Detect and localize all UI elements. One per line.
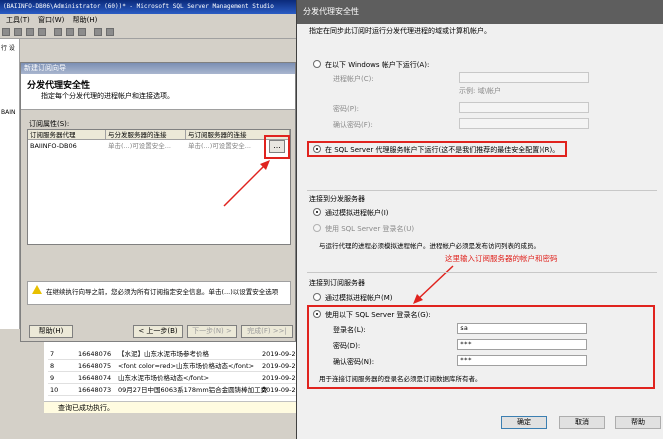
password-input[interactable] (459, 102, 589, 113)
row-date: 2019-09-27 (262, 374, 300, 382)
row-number: 10 (50, 386, 59, 394)
table-row[interactable]: 10 16648073 09月27日中国6063系178mm铝合金圆铸棒加工费 … (48, 384, 300, 396)
subscriber-confirm-input[interactable]: *** (457, 355, 587, 366)
grid-cell-agent[interactable]: BAIINFO-DB06 (28, 141, 106, 151)
row-title: 09月27日中国6063系178mm铝合金圆铸棒加工费 (118, 386, 268, 394)
confirm-password-input[interactable] (459, 118, 589, 129)
row-title: <font color=red>山东市场价格动态</font> (118, 362, 255, 370)
grid-cell-distributor-conn[interactable]: 单击(...)可设置安全... (106, 141, 186, 151)
radio-sql-login-distributor-label: 使用 SQL Server 登录名(U) (325, 225, 415, 233)
wizard-title-bar: 新建订阅向导 (21, 63, 295, 74)
radio-sql-login-subscriber[interactable] (313, 310, 321, 318)
menu-help[interactable]: 帮助(H) (73, 16, 98, 24)
undo-icon[interactable] (94, 28, 102, 36)
row-id: 16648075 (78, 362, 112, 370)
paste-icon[interactable] (78, 28, 86, 36)
row-number: 7 (50, 350, 55, 358)
save-icon[interactable] (26, 28, 34, 36)
row-title: 山东水泥市场价格动态</font> (118, 374, 210, 382)
ssms-title-bar: (BAIINFO-DB06\Administrator (60))* - Mic… (0, 0, 296, 14)
wizard-next-button[interactable]: 下一步(N) > (187, 325, 237, 338)
ok-button[interactable]: 确定 (501, 416, 547, 429)
annotation-arrow (413, 265, 454, 304)
wizard-back-button[interactable]: < 上一步(B) (133, 325, 183, 338)
wizard-finish-button[interactable]: 完成(F) >>| (241, 325, 293, 338)
partial-label: BAIN (1, 109, 16, 116)
radio-impersonate-distributor-label: 通过模拟进程帐户(I) (325, 209, 389, 217)
process-account-input[interactable] (459, 72, 589, 83)
row-id: 16648076 (78, 350, 112, 358)
subscriber-note: 用于连接订阅服务器的登录名必须是订阅数据库所有者。 (319, 375, 482, 383)
menu-window[interactable]: 窗口(W) (38, 16, 64, 24)
wizard-help-button[interactable]: 帮助(H) (29, 325, 73, 338)
subscriber-password-input[interactable]: *** (457, 339, 587, 350)
dialog-title-bar: 分发代理安全性 (297, 0, 663, 24)
distribution-agent-security-dialog: 分发代理安全性 指定在同步此订阅时运行分发代理进程的域或计算机帐户。 在以下 W… (296, 0, 663, 439)
radio-sql-agent-account-label: 在 SQL Server 代理服务帐户下运行(这不是我们推荐的最佳安全配置)(R… (325, 146, 560, 154)
login-input[interactable]: sa (457, 323, 587, 334)
column-header[interactable]: 订阅服务器代理 (28, 130, 106, 140)
radio-impersonate-subscriber-label: 通过模拟进程帐户(M) (325, 294, 393, 302)
radio-impersonate-distributor[interactable] (313, 208, 321, 216)
wizard-subheading: 指定每个分发代理的进程帐户和连接选项。 (41, 92, 174, 100)
radio-impersonate-subscriber[interactable] (313, 293, 321, 301)
row-title: 【水泥】山东水泥市场参考价格 (118, 350, 209, 358)
query-status-bar: 查询已成功执行。 (44, 401, 296, 413)
process-account-label: 进程帐户(C): (333, 75, 374, 83)
redo-icon[interactable] (106, 28, 114, 36)
row-number: 9 (50, 374, 55, 382)
radio-sql-login-distributor[interactable] (313, 224, 321, 232)
row-id: 16648073 (78, 386, 112, 394)
distributor-note: 与运行代理的进程必须模拟进程帐户。进程帐户必须是发布访问列表的成员。 (319, 242, 540, 250)
subscriber-password-label: 密码(D): (333, 342, 361, 350)
object-explorer-partial: 行 设 BAIN (0, 39, 20, 329)
row-number: 8 (50, 362, 55, 370)
distributor-section-title: 连接到分发服务器 (309, 195, 365, 203)
row-date: 2019-09-27 (262, 350, 300, 358)
results-grid: 7 16648076 【水泥】山东水泥市场参考价格 2019-09-27 8 1… (44, 342, 300, 402)
wizard-heading: 分发代理安全性 (27, 81, 91, 91)
process-account-example: 示例: 域\帐户 (459, 87, 501, 95)
row-date: 2019-09-27 (262, 362, 300, 370)
annotation-arrow (223, 160, 270, 207)
divider (307, 272, 657, 273)
login-label: 登录名(L): (333, 326, 366, 334)
menu-tools[interactable]: 工具(T) (6, 16, 30, 24)
warning-icon (32, 285, 42, 294)
ssms-menu-bar: 工具(T) 窗口(W) 帮助(H) (0, 14, 296, 26)
open-file-icon[interactable] (14, 28, 22, 36)
row-id: 16648074 (78, 374, 112, 382)
table-row[interactable]: 7 16648076 【水泥】山东水泥市场参考价格 2019-09-27 (48, 348, 300, 360)
radio-sql-agent-account[interactable] (313, 145, 321, 153)
subscription-properties-label: 订阅属性(S): (29, 120, 70, 128)
table-row[interactable]: 9 16648074 山东水泥市场价格动态</font> 2019-09-27 (48, 372, 300, 384)
new-query-icon[interactable] (2, 28, 10, 36)
confirm-password-label: 确认密码(F): (333, 121, 373, 129)
wizard-header: 分发代理安全性 指定每个分发代理的进程帐户和连接选项。 (21, 74, 295, 110)
radio-sql-login-subscriber-label: 使用以下 SQL Server 登录名(G): (325, 311, 431, 319)
row-date: 2019-09-27 (262, 386, 300, 394)
dialog-intro: 指定在同步此订阅时运行分发代理进程的域或计算机帐户。 (309, 27, 491, 35)
subscriber-section-title: 连接到订阅服务器 (309, 279, 365, 287)
column-header[interactable]: 与分发服务器的连接 (106, 130, 186, 140)
table-row[interactable]: 8 16648075 <font color=red>山东市场价格动态</fon… (48, 360, 300, 372)
warning-panel: 在继续执行向导之前，您必须为所有订阅指定安全信息。单击(...)以设置安全选项 (27, 281, 291, 305)
divider (307, 190, 657, 191)
save-all-icon[interactable] (38, 28, 46, 36)
radio-windows-account[interactable] (313, 60, 321, 68)
subscriber-confirm-label: 确认密码(N): (333, 358, 375, 366)
annotation-text: 这里输入订阅服务器的帐户和密码 (445, 254, 558, 263)
cancel-button[interactable]: 取消 (559, 416, 605, 429)
partial-label: 行 设 (1, 45, 15, 52)
help-button[interactable]: 帮助 (615, 416, 661, 429)
password-label: 密码(P): (333, 105, 360, 113)
cut-icon[interactable] (54, 28, 62, 36)
warning-text: 在继续执行向导之前，您必须为所有订阅指定安全信息。单击(...)以设置安全选项 (46, 288, 279, 296)
copy-icon[interactable] (66, 28, 74, 36)
radio-windows-account-label: 在以下 Windows 帐户下运行(A): (325, 61, 430, 69)
ssms-toolbar (0, 26, 296, 39)
